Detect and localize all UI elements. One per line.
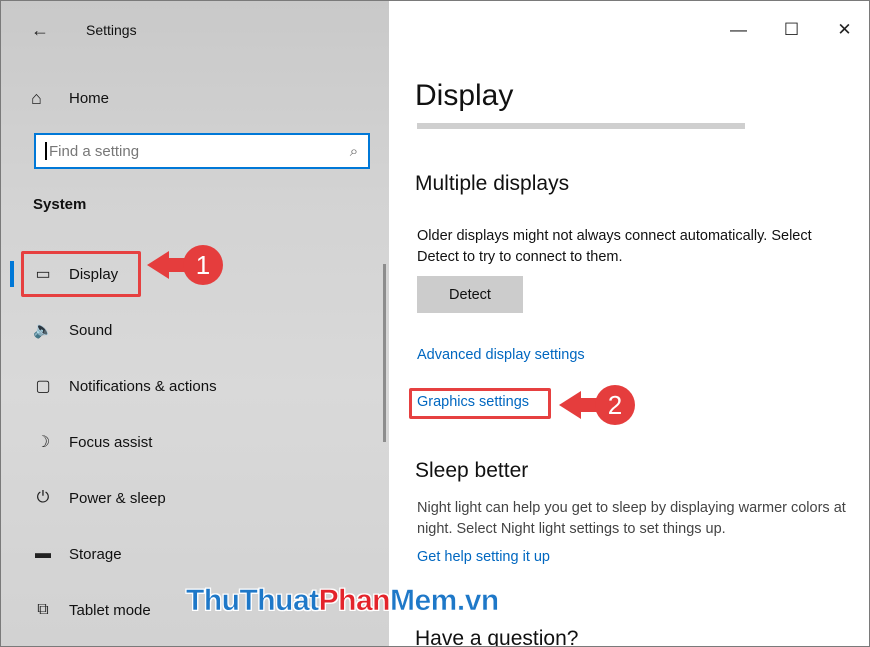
step-badge: 1 — [183, 245, 223, 285]
detect-button[interactable]: Detect — [417, 276, 523, 313]
maximize-icon[interactable]: ☐ — [765, 1, 818, 59]
search-icon[interactable]: ⌕ — [340, 143, 368, 160]
home-label: Home — [69, 89, 110, 107]
speaker-icon: 🔈 — [33, 322, 53, 339]
watermark-part: ThuThuat — [186, 584, 320, 618]
sidebar-item-power-sleep[interactable]: ⏻ Power & sleep — [1, 470, 389, 526]
watermark-part: Mem — [390, 584, 458, 618]
storage-icon: ▬ — [35, 545, 51, 562]
tablet-icon: ⧉ — [37, 601, 49, 618]
arrow-left-icon — [147, 251, 169, 279]
notification-icon: ▢ — [35, 378, 51, 395]
home-icon: ⌂ — [31, 87, 42, 108]
power-icon: ⏻ — [36, 489, 50, 506]
arrow-left-icon — [559, 391, 581, 419]
text-caret — [45, 142, 47, 160]
page-title: Display — [415, 79, 514, 112]
sidebar-item-label: Storage — [69, 545, 122, 563]
title-divider — [417, 123, 745, 129]
have-a-question-heading: Have a question? — [415, 627, 579, 647]
watermark-logo: ThuThuatPhanMem.vn — [186, 584, 500, 618]
highlight-box-graphics — [409, 388, 551, 419]
advanced-display-settings-link[interactable]: Advanced display settings — [417, 347, 585, 363]
watermark-part: .vn — [456, 584, 500, 618]
moon-icon: ☽ — [35, 434, 51, 451]
settings-window: ← Settings ⌂ Home Find a setting ⌕ Syste… — [0, 0, 870, 647]
close-icon[interactable]: ✕ — [818, 1, 869, 59]
sidebar-item-notifications[interactable]: ▢ Notifications & actions — [1, 358, 389, 414]
window-controls: — ☐ ✕ — [712, 1, 869, 59]
sidebar-item-label: Tablet mode — [69, 601, 151, 619]
multiple-displays-description: Older displays might not always connect … — [417, 228, 812, 265]
sidebar-nav: ▭ Display 🔈 Sound ▢ Notifications & acti… — [1, 246, 389, 638]
minimize-icon[interactable]: — — [712, 1, 765, 59]
sidebar: ← Settings ⌂ Home Find a setting ⌕ Syste… — [1, 1, 389, 646]
callout-2: 2 — [559, 385, 635, 425]
title-bar: ← Settings — [1, 1, 389, 59]
search-input[interactable]: Find a setting ⌕ — [34, 133, 370, 169]
back-arrow-icon[interactable]: ← — [25, 15, 55, 45]
section-label-system: System — [33, 196, 87, 213]
sidebar-item-focus-assist[interactable]: ☽ Focus assist — [1, 414, 389, 470]
sidebar-item-storage[interactable]: ▬ Storage — [1, 526, 389, 582]
sidebar-item-label: Notifications & actions — [69, 377, 217, 395]
callout-1: 1 — [147, 245, 223, 285]
step-badge: 2 — [595, 385, 635, 425]
get-help-link[interactable]: Get help setting it up — [417, 549, 550, 565]
watermark-part: Phan — [318, 584, 390, 618]
sidebar-item-label: Sound — [69, 321, 113, 339]
main-panel: — ☐ ✕ Display Multiple displays Older di… — [389, 1, 869, 647]
highlight-box-display — [21, 251, 141, 297]
multiple-displays-heading: Multiple displays — [415, 172, 570, 195]
sidebar-item-label: Power & sleep — [69, 489, 166, 507]
sleep-better-description: Night light can help you get to sleep by… — [417, 500, 846, 537]
sidebar-item-sound[interactable]: 🔈 Sound — [1, 302, 389, 358]
sidebar-scrollbar[interactable] — [383, 264, 386, 442]
search-placeholder: Find a setting — [49, 142, 140, 160]
sleep-better-heading: Sleep better — [415, 459, 529, 482]
app-title: Settings — [86, 22, 137, 38]
home-link[interactable]: ⌂ Home — [31, 83, 109, 113]
sidebar-item-label: Focus assist — [69, 433, 153, 451]
